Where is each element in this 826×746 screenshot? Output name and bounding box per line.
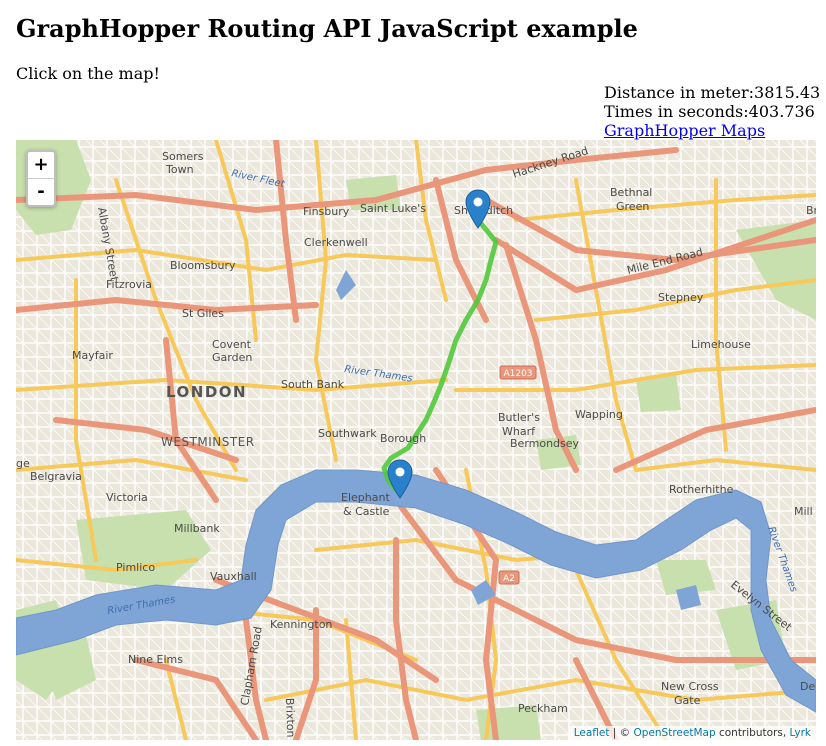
svg-text:WESTMINSTER: WESTMINSTER: [161, 435, 255, 449]
graphhopper-maps-link[interactable]: GraphHopper Maps: [604, 121, 765, 140]
svg-text:Bermondsey: Bermondsey: [510, 437, 580, 450]
svg-text:Green: Green: [616, 200, 649, 213]
svg-text:Elephant: Elephant: [341, 491, 390, 504]
openstreetmap-link[interactable]: OpenStreetMap: [634, 727, 716, 739]
zoom-out-button[interactable]: -: [28, 178, 54, 205]
svg-text:Rotherhithe: Rotherhithe: [669, 483, 734, 496]
map-attribution: Leaflet | © OpenStreetMap contributors, …: [568, 726, 816, 740]
svg-text:Covent: Covent: [212, 338, 252, 351]
time-text: Times in seconds:403.736: [604, 102, 815, 121]
zoom-control: + -: [26, 150, 56, 207]
svg-text:Saint Luke's: Saint Luke's: [360, 202, 426, 215]
svg-text:Victoria: Victoria: [106, 491, 148, 504]
instruction-text: Click on the map!: [16, 64, 160, 83]
svg-text:Finsbury: Finsbury: [303, 205, 350, 218]
svg-text:Southwark: Southwark: [318, 427, 377, 440]
leaflet-link[interactable]: Leaflet: [574, 727, 610, 739]
svg-text:Garden: Garden: [212, 351, 252, 364]
svg-text:Gate: Gate: [674, 694, 701, 707]
svg-text:Clerkenwell: Clerkenwell: [304, 236, 368, 249]
svg-text:St Giles: St Giles: [182, 307, 224, 320]
page-title: GraphHopper Routing API JavaScript examp…: [16, 14, 638, 43]
attribution-separator: | ©: [609, 727, 634, 739]
svg-text:Brixton Road: Brixton Road: [283, 698, 298, 740]
svg-text:& Castle: & Castle: [343, 505, 390, 518]
svg-text:Pimlico: Pimlico: [116, 561, 155, 574]
svg-text:Somers: Somers: [162, 150, 204, 163]
attribution-contributors: contributors,: [715, 727, 790, 739]
svg-text:ge: ge: [16, 457, 30, 470]
svg-text:A2: A2: [503, 574, 515, 584]
svg-text:Mayfair: Mayfair: [72, 349, 113, 362]
svg-text:Bethnal: Bethnal: [610, 186, 652, 199]
svg-text:Borough: Borough: [380, 432, 426, 445]
svg-text:Bloomsbury: Bloomsbury: [170, 259, 236, 272]
svg-text:Vauxhall: Vauxhall: [210, 570, 257, 583]
start-marker-icon[interactable]: [465, 189, 491, 229]
zoom-in-button[interactable]: +: [28, 152, 54, 178]
map-tiles[interactable]: A1203 A2 Somers Town River Fleet Hackney…: [16, 140, 816, 740]
route-info-panel: Distance in meter:3815.43 Times in secon…: [604, 83, 820, 140]
svg-text:A1203: A1203: [503, 369, 532, 379]
svg-text:Butler's: Butler's: [498, 411, 540, 424]
svg-text:South Bank: South Bank: [281, 378, 345, 391]
svg-text:Limehouse: Limehouse: [691, 338, 751, 351]
svg-text:Millbank: Millbank: [174, 522, 220, 535]
svg-text:Stepney: Stepney: [658, 291, 704, 304]
svg-text:Nine Elms: Nine Elms: [128, 653, 183, 666]
svg-text:Dep: Dep: [800, 680, 816, 693]
svg-text:Mill: Mill: [794, 505, 813, 518]
svg-text:Kennington: Kennington: [270, 618, 332, 631]
distance-text: Distance in meter:3815.43: [604, 83, 821, 102]
map-container[interactable]: A1203 A2 Somers Town River Fleet Hackney…: [16, 140, 816, 740]
svg-text:New Cross: New Cross: [661, 680, 719, 693]
svg-text:LONDON: LONDON: [166, 383, 247, 401]
svg-text:Peckham: Peckham: [518, 702, 568, 715]
end-marker-icon[interactable]: [387, 459, 413, 499]
svg-text:Br: Br: [806, 204, 816, 217]
svg-text:Town: Town: [165, 163, 194, 176]
a1203-shield: A1203: [499, 365, 537, 380]
svg-text:Wapping: Wapping: [575, 408, 623, 421]
lyrk-link[interactable]: Lyrk: [790, 727, 812, 739]
svg-text:Belgravia: Belgravia: [30, 470, 82, 483]
